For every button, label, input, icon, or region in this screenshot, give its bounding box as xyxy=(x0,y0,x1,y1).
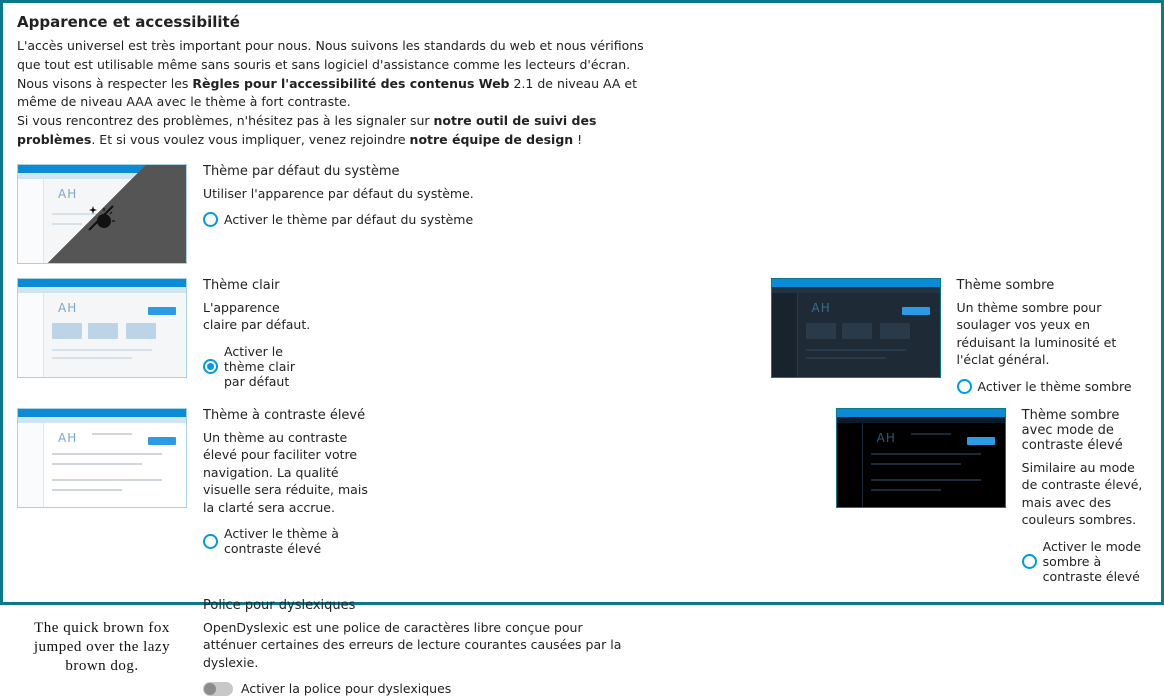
theme-title-light: Thème clair xyxy=(203,278,311,293)
intro-text: L'accès universel est très important pou… xyxy=(17,37,657,150)
preview-initials: AH xyxy=(58,301,77,315)
dyslexic-desc: OpenDyslexic est une police de caractère… xyxy=(203,619,623,672)
theme-radio-contrast[interactable]: Activer le thème à contraste élevé xyxy=(203,526,376,556)
preview-initials: AH xyxy=(877,431,896,445)
radio-icon xyxy=(957,379,972,394)
theme-title-contrast: Thème à contraste élevé xyxy=(203,408,376,423)
toggle-icon xyxy=(203,682,233,696)
theme-preview-dark-contrast: AH xyxy=(836,408,1006,508)
dyslexic-toggle[interactable]: Activer la police pour dyslexiques xyxy=(203,681,623,696)
theme-preview-light: AH xyxy=(17,278,187,378)
intro-text-4: . Et si vous voulez vous impliquer, vene… xyxy=(91,132,409,147)
theme-title-system: Thème par défaut du système xyxy=(203,164,474,179)
theme-title-dark: Thème sombre xyxy=(957,278,1147,293)
preview-initials: AH xyxy=(58,187,77,201)
radio-icon xyxy=(203,212,218,227)
theme-radio-dark-contrast[interactable]: Activer le mode sombre à contraste élevé xyxy=(1022,539,1147,584)
design-team-link[interactable]: notre équipe de design xyxy=(410,132,574,147)
theme-option-system: AH Thème par défaut du système Utiliser … xyxy=(17,164,474,264)
theme-action-light: Activer le thème clair par défaut xyxy=(224,344,311,389)
theme-action-dark-contrast: Activer le mode sombre à contraste élevé xyxy=(1043,539,1147,584)
dyslexic-action: Activer la police pour dyslexiques xyxy=(241,681,451,696)
theme-preview-system: AH xyxy=(17,164,187,264)
theme-desc-contrast: Un thème au contraste élevé pour facilit… xyxy=(203,429,376,517)
theme-desc-dark: Un thème sombre pour soulager vos yeux e… xyxy=(957,299,1147,369)
theme-option-light: AH Thème clair L'apparence claire par dé… xyxy=(17,278,311,394)
theme-desc-light: L'apparence claire par défaut. xyxy=(203,299,311,334)
theme-option-dark: AH Thème sombre Un thème sombre pour sou… xyxy=(771,278,1147,394)
page-title: Apparence et accessibilité xyxy=(17,13,1147,31)
radio-icon xyxy=(203,534,218,549)
radio-icon xyxy=(1022,554,1037,569)
theme-preview-dark: AH xyxy=(771,278,941,378)
theme-action-contrast: Activer le thème à contraste élevé xyxy=(224,526,376,556)
dyslexic-title: Police pour dyslexiques xyxy=(203,598,623,613)
theme-desc-system: Utiliser l'apparence par défaut du systè… xyxy=(203,185,474,203)
intro-text-5: ! xyxy=(573,132,582,147)
theme-action-dark: Activer le thème sombre xyxy=(978,379,1132,394)
theme-action-system: Activer le thème par défaut du système xyxy=(224,212,473,227)
theme-radio-dark[interactable]: Activer le thème sombre xyxy=(957,379,1147,394)
theme-radio-light[interactable]: Activer le thème clair par défaut xyxy=(203,344,311,389)
theme-preview-contrast: AH xyxy=(17,408,187,508)
theme-option-contrast: AH Thème à contraste élevé Un thème au c… xyxy=(17,408,376,584)
intro-text-3: Si vous rencontrez des problèmes, n'hési… xyxy=(17,113,434,128)
theme-option-dark-contrast: AH Thème sombre avec mode de contraste é… xyxy=(836,408,1147,584)
theme-desc-dark-contrast: Similaire au mode de contraste élevé, ma… xyxy=(1022,459,1147,529)
theme-radio-system[interactable]: Activer le thème par défaut du système xyxy=(203,212,474,227)
dyslexic-sample: The quick brown fox jumped over the lazy… xyxy=(17,598,187,698)
theme-title-dark-contrast: Thème sombre avec mode de contraste élev… xyxy=(1022,408,1147,453)
preview-initials: AH xyxy=(812,301,831,315)
preview-initials: AH xyxy=(58,431,77,445)
wcag-link[interactable]: Règles pour l'accessibilité des contenus… xyxy=(192,76,509,91)
dyslexic-font-option: The quick brown fox jumped over the lazy… xyxy=(17,598,623,698)
moon-sun-icon xyxy=(86,203,116,240)
radio-icon xyxy=(203,359,218,374)
